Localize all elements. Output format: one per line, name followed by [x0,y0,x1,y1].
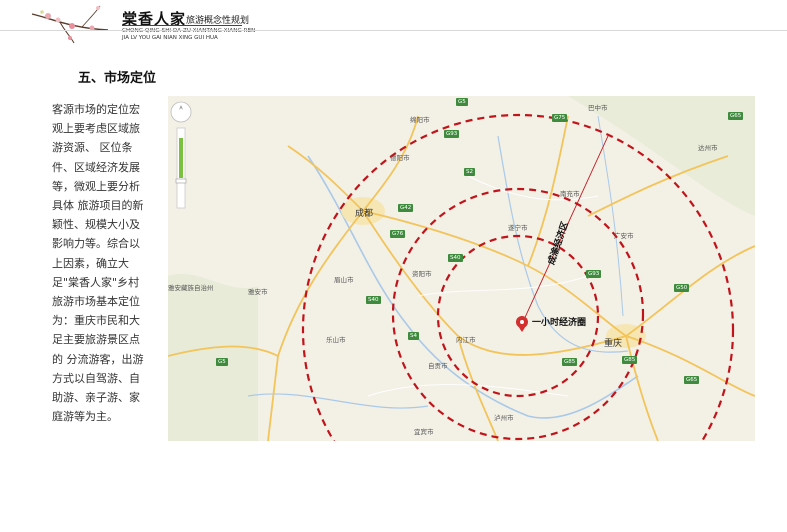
outer-circle [301,113,735,441]
city-label: 达州市 [698,144,718,152]
city-label: 乐山市 [326,336,346,344]
city-label: 广安市 [614,232,634,240]
pinyin-line-2: JIA LV YOU GAI NIAN XING GUI HUA [122,35,218,41]
highway-shield: G85 [562,358,578,366]
economic-circles [301,113,735,441]
highway-shield: G50 [674,284,690,292]
page-header: 棠香人家 旅游概念性规划 CHONG QING SHI DA ZU XIANTA… [0,0,787,45]
city-label: 泸州市 [494,414,514,422]
highway-shield: S40 [366,296,381,304]
highway-shield: S2 [464,168,475,176]
highway-shield: G5 [216,358,228,366]
city-label: 雅安市 [248,288,268,296]
city-label: 重庆 [604,339,623,349]
city-label: 绵阳市 [410,116,430,124]
pinyin-line-1: CHONG QING SHI DA ZU XIANTANG XIANG REN [122,28,256,34]
highway-shield: G85 [622,356,638,364]
city-label: 成都 [355,209,374,219]
highway-shield: G75 [552,114,568,122]
city-label: 眉山市 [334,276,354,284]
plum-branch-icon [31,5,109,44]
city-label: 内江市 [456,336,476,344]
city-label: 南充市 [560,190,580,198]
highway-shield: G76 [390,230,406,238]
body-paragraph: 客源市场的定位宏观上要考虑区域旅游资源、 区位条件、区域经济发展等，微观上要分析… [52,103,144,424]
section-title: 五、市场定位 [78,71,157,86]
header-divider [0,30,787,31]
city-label: 巴中市 [588,104,608,112]
city-label: 雅安藏族自治州 [168,284,214,292]
region-map[interactable]: 绵阳市 德阳市 成都 遂宁市 南充市 广安市 资阳市 眉山市 雅安市 乐山市 内… [168,96,755,441]
city-label: 资阳市 [412,270,432,278]
one-hour-circle-label: 一小时经济圈 [532,318,587,328]
highway-shield: G42 [398,204,414,212]
city-label: 宜宾市 [414,428,434,436]
city-label: 自贡市 [428,362,448,370]
city-label: 遂宁市 [508,224,528,232]
highway-shield: G93 [586,270,602,278]
header-rule [122,25,242,26]
highway-shield: S40 [448,254,463,262]
highway-shield: G93 [444,130,460,138]
highway-shield: G65 [728,112,744,120]
highway-shield: G65 [684,376,700,384]
highway-shield: G5 [456,98,468,106]
city-label: 德阳市 [390,154,410,162]
highway-shield: S4 [408,332,419,340]
